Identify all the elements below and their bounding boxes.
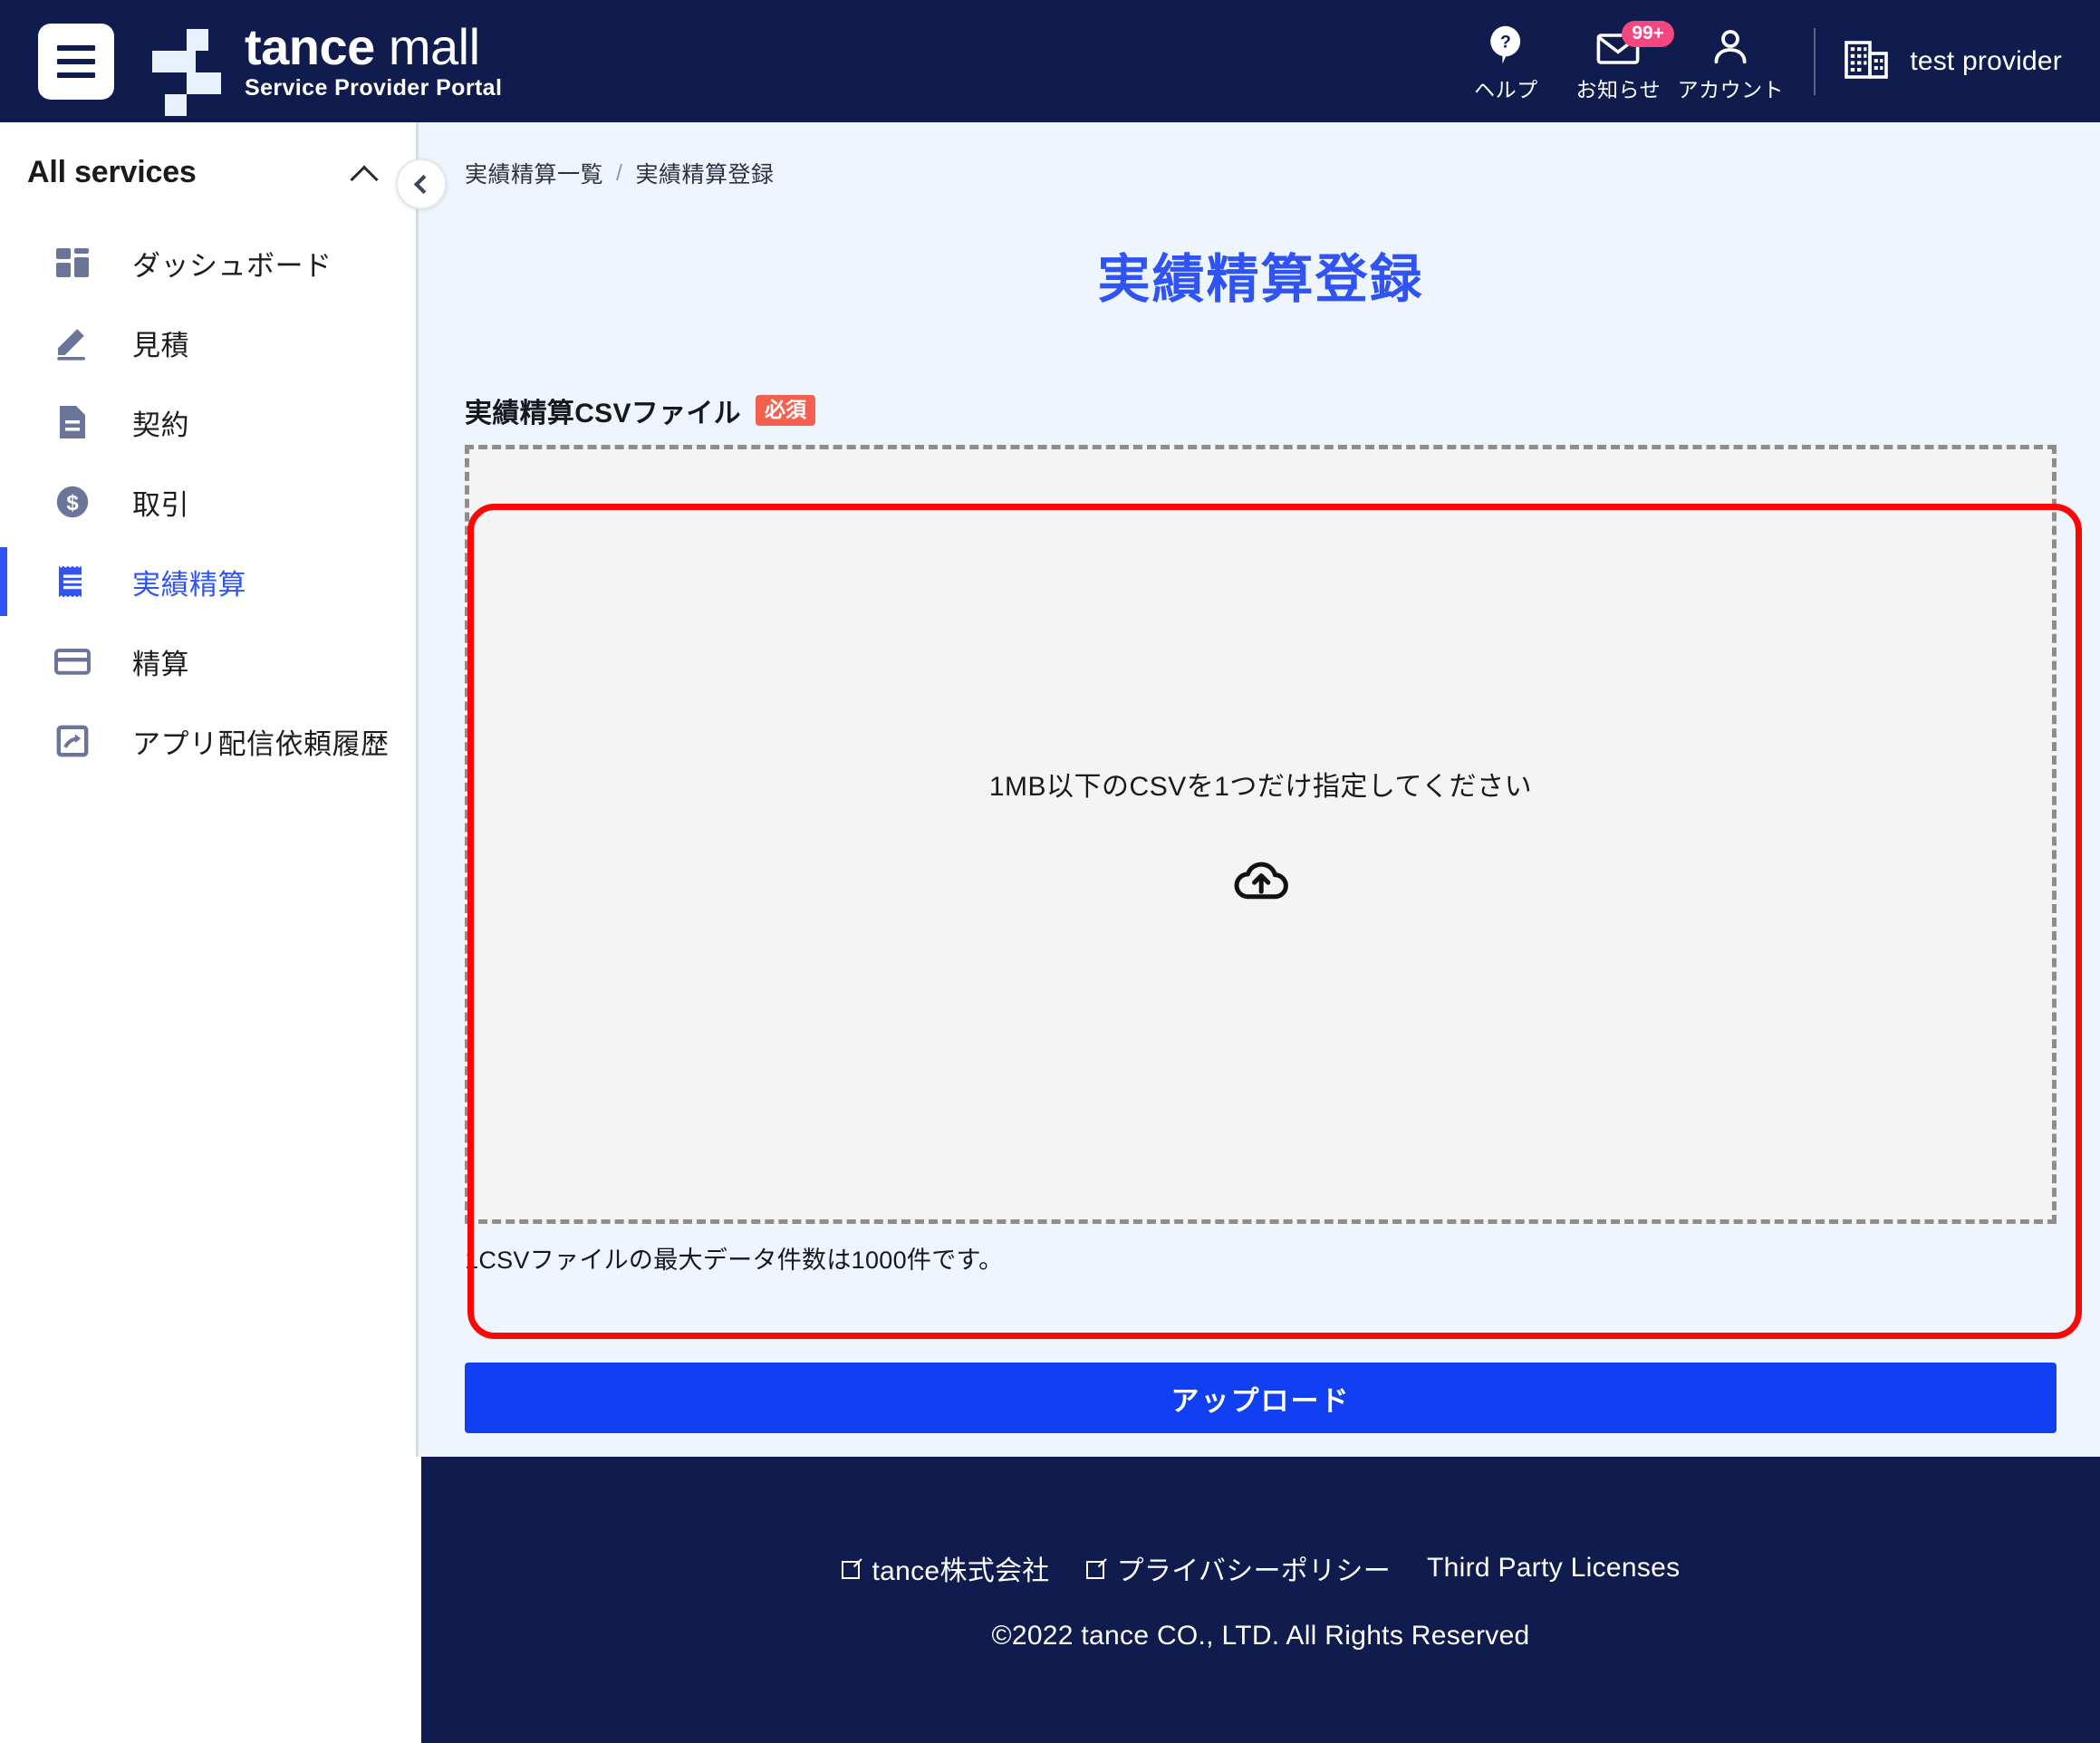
dashboard-icon: [53, 243, 92, 283]
sidebar-item-transaction[interactable]: $ 取引: [0, 462, 416, 542]
provider-info[interactable]: test provider: [1843, 35, 2062, 87]
dollar-circle-icon: $: [53, 482, 92, 522]
receipt-icon: [53, 562, 92, 602]
chevron-up-icon[interactable]: [351, 159, 378, 187]
document-icon: [53, 402, 92, 442]
brand-text: tance mall Service Provider Portal: [245, 21, 502, 101]
notifications-button[interactable]: 99+ お知らせ: [1562, 19, 1674, 103]
sidebar-item-dashboard[interactable]: ダッシュボード: [0, 223, 416, 303]
footer-link-label: プライバシーポリシー: [1116, 1556, 1392, 1586]
sidebar-item-app-delivery-history[interactable]: アプリ配信依頼履歴: [0, 701, 416, 781]
header-divider: [1814, 27, 1816, 95]
field-label-row: 実績精算CSVファイル 必須: [465, 390, 2057, 430]
upload-button[interactable]: アップロード: [465, 1363, 2057, 1433]
dropzone-helper-text: 1CSVファイルの最大データ件数は1000件です。: [465, 1247, 1004, 1274]
footer-link-label: tance株式会社: [872, 1556, 1050, 1586]
breadcrumb: 実績精算一覧 / 実績精算登録: [421, 122, 2100, 189]
hamburger-icon[interactable]: [38, 23, 114, 100]
provider-name: test provider: [1910, 45, 2062, 76]
person-icon: [1710, 19, 1750, 66]
sidebar-item-estimate[interactable]: 見積: [0, 303, 416, 382]
breadcrumb-current: 実績精算登録: [635, 162, 775, 188]
brand-subtitle: Service Provider Portal: [245, 74, 503, 101]
account-button[interactable]: アカウント: [1674, 19, 1787, 103]
cloud-upload-icon: [1233, 856, 1289, 906]
chevron-left-icon: [413, 174, 434, 194]
app-footer: tance株式会社 プライバシーポリシー Third Party License…: [421, 1457, 2100, 1743]
account-label: アカウント: [1677, 78, 1785, 101]
sidebar-item-label: 精算: [132, 648, 189, 680]
page-title: 実績精算登録: [1097, 250, 1424, 309]
help-label: ヘルプ: [1474, 78, 1538, 101]
svg-text:$: $: [66, 491, 79, 515]
sidebar-item-performance-settlement[interactable]: 実績精算: [0, 542, 416, 621]
external-link-icon: [841, 1558, 862, 1579]
building-icon: [1843, 35, 1890, 87]
sidebar-item-label: 取引: [132, 488, 189, 521]
breadcrumb-parent-link[interactable]: 実績精算一覧: [465, 157, 603, 189]
footer-link-company[interactable]: tance株式会社: [841, 1548, 1050, 1588]
footer-link-privacy-policy[interactable]: プライバシーポリシー: [1085, 1548, 1392, 1588]
help-button[interactable]: ? ヘルプ: [1450, 19, 1562, 103]
sidebar-item-settlement[interactable]: 精算: [0, 621, 416, 701]
csv-field-label: 実績精算CSVファイル: [465, 399, 741, 429]
brand-title: tance mall: [245, 18, 480, 76]
sidebar-item-label: アプリ配信依頼履歴: [132, 727, 390, 760]
breadcrumb-separator: /: [616, 159, 623, 186]
notification-badge: 99+: [1622, 21, 1674, 48]
sidebar-nav: ダッシュボード 見積 契約 $ 取引 実績精算 精算 アプリ配信依頼履歴: [0, 223, 416, 781]
hamburger-bar: [57, 58, 95, 64]
main-content: 実績精算一覧 / 実績精算登録 実績精算登録 実績精算CSVファイル 必須 1M…: [421, 122, 2100, 1457]
hamburger-bar: [57, 44, 95, 51]
svg-text:?: ?: [1500, 33, 1511, 53]
sidebar-item-contract[interactable]: 契約: [0, 382, 416, 462]
sidebar: All services ダッシュボード 見積 契約 $ 取引 実績精算 精算 …: [0, 122, 419, 1457]
footer-link-third-party-licenses[interactable]: Third Party Licenses: [1427, 1553, 1680, 1584]
sidebar-collapse-button[interactable]: [396, 159, 447, 209]
external-link-icon: [1085, 1558, 1106, 1579]
sidebar-title: All services: [27, 155, 197, 189]
required-badge: 必須: [755, 394, 815, 427]
sidebar-item-label: 見積: [132, 329, 189, 361]
sidebar-item-label: 実績精算: [132, 568, 246, 601]
footer-links: tance株式会社 プライバシーポリシー Third Party License…: [841, 1548, 1681, 1588]
footer-copyright: ©2022 tance CO., LTD. All Rights Reserve…: [991, 1621, 1530, 1651]
csv-dropzone[interactable]: 1MB以下のCSVを1つだけ指定してください: [465, 445, 2057, 1224]
app-root: tance mall Service Provider Portal ? ヘルプ…: [0, 0, 2100, 1743]
hamburger-bar: [57, 72, 95, 78]
app-share-icon: [53, 721, 92, 761]
footer-left-spacer: [0, 1457, 421, 1743]
footer-link-label: Third Party Licenses: [1427, 1553, 1681, 1583]
sidebar-header[interactable]: All services: [0, 122, 416, 190]
app-header: tance mall Service Provider Portal ? ヘルプ…: [0, 0, 2100, 122]
pencil-icon: [53, 323, 92, 362]
notifications-label: お知らせ: [1575, 78, 1662, 101]
header-actions: ? ヘルプ 99+ お知らせ アカウント test provider: [1450, 0, 2100, 122]
dropzone-instruction: 1MB以下のCSVを1つだけ指定してください: [988, 771, 1533, 802]
tance-logo-mark-icon: [152, 25, 221, 117]
sidebar-item-label: 契約: [132, 409, 189, 441]
help-icon: ?: [1486, 19, 1526, 66]
sidebar-item-label: ダッシュボード: [132, 249, 332, 282]
credit-card-icon: [53, 641, 92, 681]
brand-logo[interactable]: tance mall Service Provider Portal: [152, 21, 502, 117]
upload-form: 実績精算CSVファイル 必須 1MB以下のCSVを1つだけ指定してください 1C…: [421, 390, 2100, 1276]
